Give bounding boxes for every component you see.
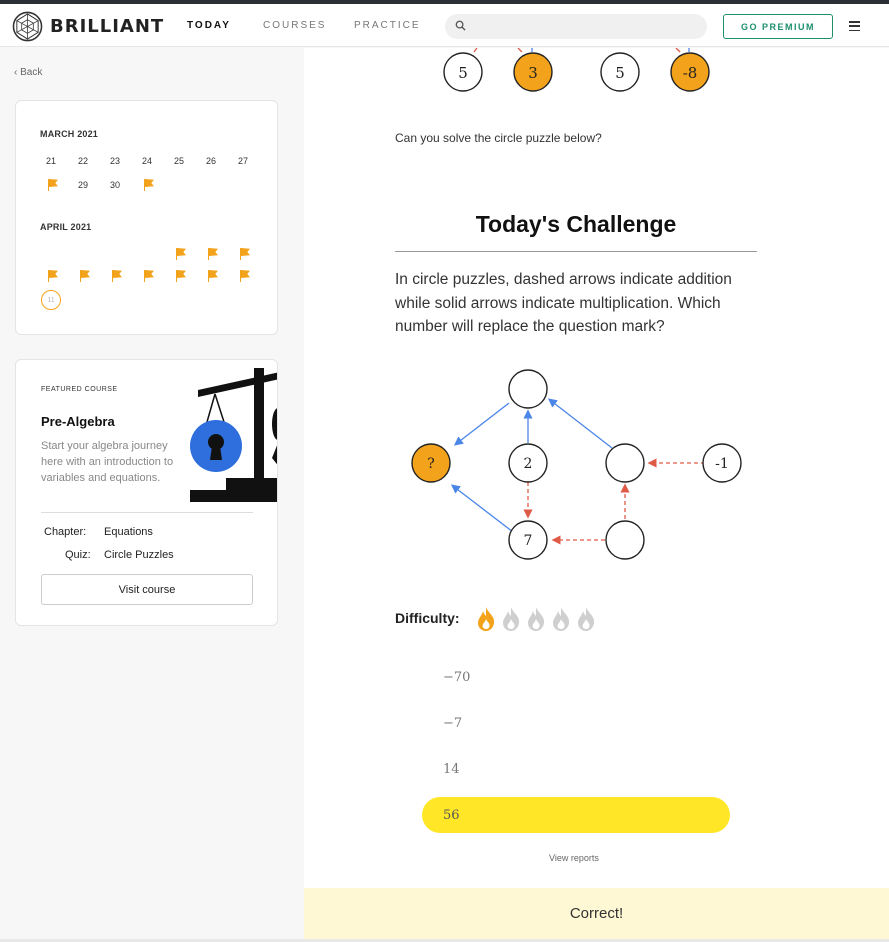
- puzzle-node-label: 7: [524, 533, 533, 549]
- course-description: Start your algebra journey here with an …: [41, 440, 174, 484]
- calendar-day: 25: [173, 156, 184, 166]
- brand-name: BRILLIANT: [50, 16, 165, 37]
- streak-flag-icon: [111, 270, 123, 282]
- puzzle-circle: [605, 443, 645, 483]
- top-header: BRILLIANT TODAY COURSES PRACTICE GO PREM…: [0, 4, 889, 47]
- search-input[interactable]: [445, 14, 707, 39]
- calendar-day: 30: [109, 180, 120, 190]
- example-circle-puzzle: 5 3 5 -8: [443, 48, 710, 92]
- brand-logo[interactable]: BRILLIANT: [12, 11, 164, 42]
- go-premium-button[interactable]: GO PREMIUM: [723, 14, 833, 39]
- streak-flag-icon: [47, 179, 59, 191]
- puzzle-node-label: ?: [427, 456, 435, 472]
- example-value: 5: [615, 64, 625, 82]
- title-divider: [395, 251, 757, 252]
- calendar-day: 21: [45, 156, 56, 166]
- nav-practice[interactable]: PRACTICE: [354, 20, 421, 31]
- circle-puzzle-diagram: ? 2 7 -1: [411, 369, 742, 560]
- calendar-today[interactable]: 11: [41, 290, 61, 310]
- puzzle-circle: [508, 369, 548, 409]
- quiz-value: Circle Puzzles: [104, 549, 174, 561]
- featured-label: FEATURED COURSE: [41, 386, 118, 393]
- hamburger-menu-icon[interactable]: [849, 21, 860, 34]
- back-link[interactable]: ‹ Back: [14, 67, 42, 78]
- nav-courses[interactable]: COURSES: [263, 20, 326, 31]
- streak-flag-icon: [79, 270, 91, 282]
- puzzle-prompt: Can you solve the circle puzzle below?: [395, 131, 602, 145]
- calendar-day: 22: [77, 156, 88, 166]
- sidebar: ‹ Back MARCH 2021 21 22 23 24 25 26 27 2…: [0, 48, 304, 942]
- featured-course-card: FEATURED COURSE Pre-Algebra Start your a…: [15, 359, 278, 626]
- balance-scale-illustration: [190, 368, 277, 502]
- difficulty-label: Difficulty:: [395, 610, 460, 626]
- answer-choice-selected[interactable]: 56: [422, 797, 730, 833]
- streak-flag-icon: [207, 248, 219, 260]
- example-value: 5: [458, 64, 468, 82]
- answer-choice[interactable]: −70: [422, 659, 730, 695]
- puzzle-circle: [605, 520, 645, 560]
- divider: [41, 512, 253, 513]
- streak-flag-icon: [143, 179, 155, 191]
- streak-flag-icon: [207, 270, 219, 282]
- calendar-day: 23: [109, 156, 120, 166]
- flame-icon-empty: [503, 607, 520, 631]
- streak-flag-icon: [239, 270, 251, 282]
- streak-flag-icon: [239, 248, 251, 260]
- chapter-value: Equations: [104, 526, 153, 538]
- brilliant-logo-icon: [12, 11, 43, 42]
- challenge-question: In circle puzzles, dashed arrows indicat…: [395, 271, 732, 335]
- streak-flag-icon: [143, 270, 155, 282]
- calendar-day: 29: [77, 180, 88, 190]
- challenge-title: Today's Challenge: [475, 211, 677, 237]
- flame-icon-empty: [578, 607, 595, 631]
- calendar-day: 24: [141, 156, 152, 166]
- main-content: 5 3 5 -8 Can you solve the circle puzzle…: [304, 48, 889, 888]
- flame-icon-empty: [553, 607, 570, 631]
- flame-icon-empty: [528, 607, 545, 631]
- quiz-label: Quiz:: [65, 549, 91, 561]
- calendar-day: 27: [237, 156, 248, 166]
- example-value: 3: [528, 64, 538, 82]
- streak-flag-icon: [175, 270, 187, 282]
- result-banner: Correct!: [304, 888, 889, 939]
- example-value: -8: [683, 64, 698, 82]
- calendar-month-april: APRIL 2021: [40, 222, 92, 232]
- difficulty-rating: [474, 606, 598, 632]
- streak-flag-icon: [175, 248, 187, 260]
- back-label: Back: [20, 67, 43, 78]
- calendar-card: MARCH 2021 21 22 23 24 25 26 27 29 30 AP…: [15, 100, 278, 335]
- puzzle-node-label: 2: [524, 456, 533, 472]
- chapter-label: Chapter:: [44, 526, 87, 538]
- streak-flag-icon: [47, 270, 59, 282]
- nav-today[interactable]: TODAY: [187, 20, 231, 31]
- course-title: Pre-Algebra: [41, 414, 115, 429]
- answer-choice[interactable]: −7: [422, 705, 730, 741]
- view-reports-link[interactable]: View reports: [549, 853, 599, 863]
- visit-course-button[interactable]: Visit course: [41, 574, 253, 605]
- calendar-month-march: MARCH 2021: [40, 129, 99, 139]
- search-icon: [455, 20, 466, 31]
- flame-icon-filled: [478, 607, 495, 631]
- answer-choice[interactable]: 14: [422, 751, 730, 787]
- puzzle-node-label: -1: [715, 456, 729, 472]
- calendar-day: 26: [205, 156, 216, 166]
